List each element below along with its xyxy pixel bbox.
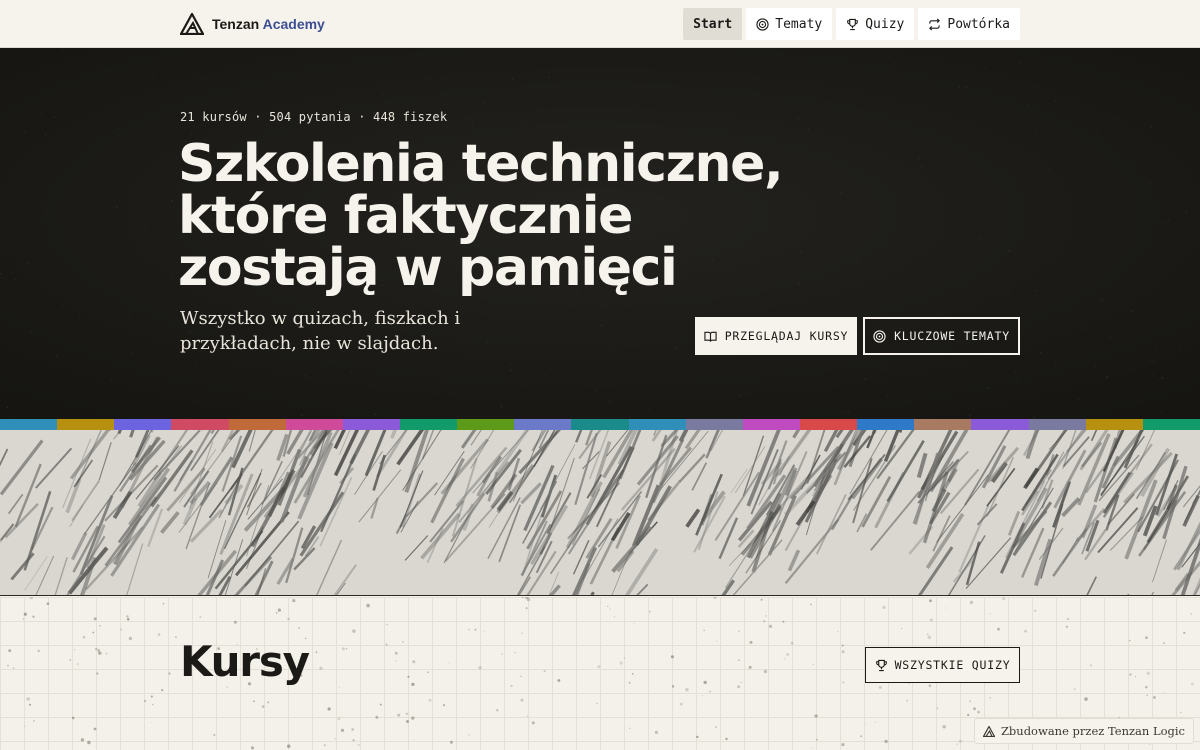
brand-name-accent: Academy [262,16,325,32]
open-book-icon [704,331,717,342]
color-strip-segment [1142,419,1200,430]
color-strip-segment [1028,419,1086,430]
brand-logo-link[interactable]: Tenzan Academy [180,13,325,35]
hero-stats: 21 kursów · 504 pytania · 448 fiszek [180,110,448,124]
key-topics-button[interactable]: KLUCZOWE TEMATY [863,317,1020,355]
nav-item-powtorka[interactable]: Powtórka [918,8,1020,40]
color-strip-segment [171,419,229,430]
nav-item-quizy[interactable]: Quizy [836,8,915,40]
nav-item-label: Quizy [865,16,905,32]
nav-item-label: Tematy [775,16,823,32]
color-strip-segment [114,419,172,430]
color-strip-segment [342,419,400,430]
built-by-badge[interactable]: Zbudowane przez Tenzan Logic [973,718,1194,744]
color-strip-segment [228,419,286,430]
paint-strokes-image [0,430,1200,595]
hero-title-line: zostają w pamięci [178,238,678,298]
color-strip-segment [571,419,629,430]
nav-item-tematy[interactable]: Tematy [746,8,833,40]
color-strip-segment [1085,419,1143,430]
all-quizzes-button[interactable]: WSZYSTKIE QUIZY [865,647,1020,683]
color-strip-segment [0,419,58,430]
color-strip-segment [857,419,915,430]
category-color-strip [0,419,1200,430]
trophy-icon [847,18,859,30]
brand-name: Tenzan Academy [212,16,325,32]
browse-courses-button[interactable]: PRZEGLĄDAJ KURSY [695,317,857,355]
hero-title: Szkolenia techniczne, które faktycznie z… [178,138,858,294]
built-by-label: Zbudowane przez Tenzan Logic [1000,724,1185,738]
key-topics-label: KLUCZOWE TEMATY [894,329,1010,343]
target-icon [756,17,769,31]
nav-item-start[interactable]: Start [683,8,743,40]
color-strip-segment [971,419,1029,430]
browse-courses-label: PRZEGLĄDAJ KURSY [724,329,849,343]
trophy-icon [875,659,887,671]
tenzan-mountain-logo-icon [180,13,204,35]
tenzan-mountain-logo-icon [982,725,995,737]
hero-subtitle: Wszystko w quizach, fiszkach i przykłada… [180,308,461,354]
target-icon [873,329,886,343]
nav-item-label: Start [693,16,733,32]
color-strip-segment [914,419,972,430]
main-nav: Start Tematy Quizy Powtórka [683,8,1020,40]
hero-title-line: Szkolenia techniczne, [178,134,784,194]
color-strip-segment [57,419,115,430]
color-strip-segment [742,419,800,430]
all-quizzes-label: WSZYSTKIE QUIZY [894,658,1011,672]
repeat-icon [929,18,941,30]
color-strip-segment [514,419,572,430]
color-strip-segment [457,419,515,430]
decorative-paint-texture [0,430,1200,596]
color-strip-segment [399,419,458,430]
top-navigation-bar: Tenzan Academy Start Tematy Quizy Powtór… [0,0,1200,48]
color-strip-segment [285,419,343,430]
hero-title-line: które faktycznie [178,186,633,246]
color-strip-segment [799,419,858,430]
color-strip-segment [685,419,743,430]
color-strip-segment [628,419,686,430]
nav-item-label: Powtórka [947,16,1010,32]
courses-heading: Kursy [180,637,310,686]
hero-section: 21 kursów · 504 pytania · 448 fiszek Szk… [0,48,1200,419]
